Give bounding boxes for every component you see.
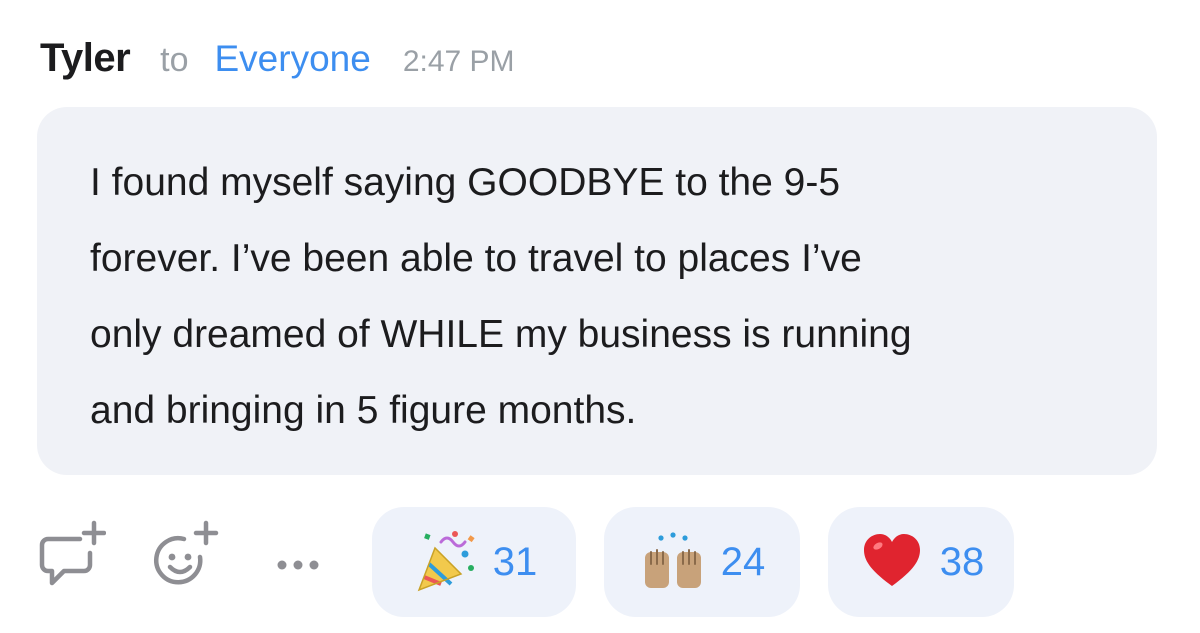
- message-bubble: I found myself saying GOODBYE to the 9-5…: [37, 107, 1157, 475]
- reaction-count: 24: [720, 540, 766, 584]
- add-reaction-icon: [154, 520, 219, 585]
- to-label: to: [160, 41, 189, 79]
- reaction-party[interactable]: 31: [372, 507, 576, 617]
- reaction-raised-hands[interactable]: 24: [604, 507, 800, 617]
- reaction-heart[interactable]: 38: [828, 507, 1014, 617]
- recipient-link[interactable]: Everyone: [215, 38, 371, 80]
- more-icon: [277, 560, 319, 570]
- reply-button[interactable]: [34, 517, 106, 589]
- message-actions: 31 24 38: [0, 505, 1200, 617]
- add-comment-icon: [39, 520, 106, 586]
- react-button[interactable]: [148, 517, 220, 589]
- message-header: Tyler to Everyone 2:47 PM: [40, 36, 515, 86]
- raised-hands-icon: [639, 528, 707, 596]
- timestamp: 2:47 PM: [402, 45, 515, 78]
- party-popper-icon: [411, 528, 479, 596]
- sender-name[interactable]: Tyler: [40, 36, 131, 81]
- message-text: I found myself saying GOODBYE to the 9-5…: [90, 161, 912, 432]
- more-button[interactable]: [262, 517, 334, 589]
- reaction-count: 31: [492, 540, 538, 584]
- chat-message: Tyler to Everyone 2:47 PM I found myself…: [0, 0, 1200, 633]
- reaction-count: 38: [939, 540, 985, 584]
- red-heart-icon: [858, 528, 926, 596]
